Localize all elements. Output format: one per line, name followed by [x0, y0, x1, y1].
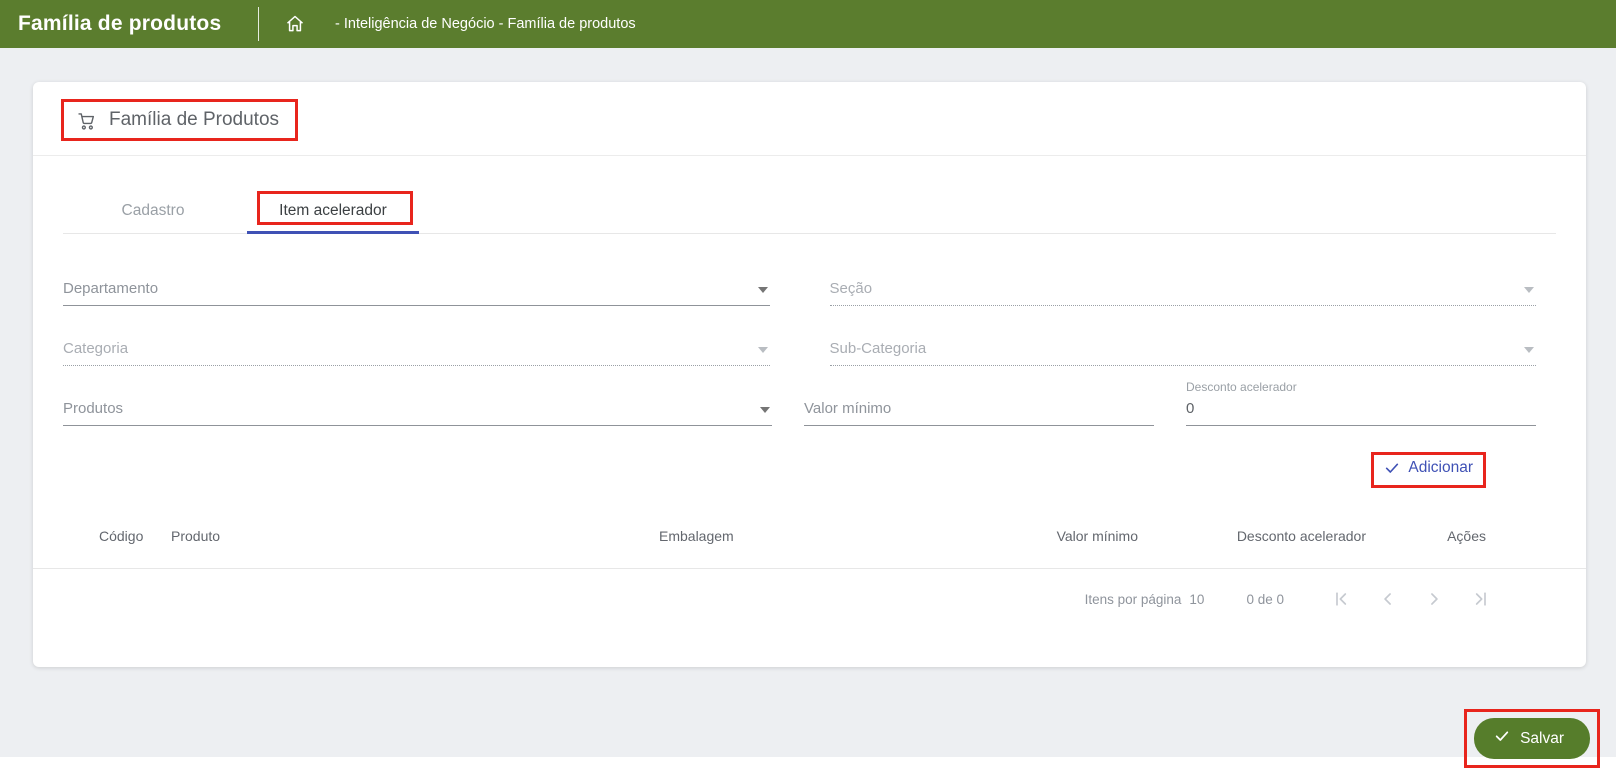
column-acoes: Ações — [1366, 528, 1486, 544]
desconto-acelerador-label: Desconto acelerador — [1186, 380, 1297, 394]
secao-input — [830, 280, 1537, 297]
sub-categoria-input — [830, 340, 1537, 357]
field-underline — [63, 365, 770, 366]
bottom-strip — [0, 757, 1616, 781]
item-acelerador-form: Desconto acelerador Adicionar — [33, 234, 1586, 488]
field-underline — [830, 305, 1537, 306]
add-row: Adicionar — [63, 440, 1536, 488]
secao-select — [830, 260, 1537, 306]
paginator-range: 0 de 0 — [1246, 592, 1284, 607]
first-page-icon[interactable] — [1332, 589, 1352, 609]
column-produto: Produto — [171, 528, 659, 544]
field-underline — [830, 365, 1537, 366]
shopping-cart-icon — [76, 110, 97, 131]
items-per-page-select[interactable]: 10 — [1189, 592, 1204, 607]
previous-page-icon[interactable] — [1378, 589, 1398, 609]
home-icon[interactable] — [285, 14, 305, 34]
field-underline — [804, 425, 1154, 426]
card-title-annotation: Família de Produtos — [61, 99, 298, 141]
chevron-down-icon — [758, 287, 768, 293]
card-title: Família de Produtos — [109, 109, 279, 131]
desconto-acelerador-input[interactable] — [1186, 400, 1536, 417]
salvar-button[interactable]: Salvar — [1474, 718, 1590, 759]
column-desconto-acelerador: Desconto acelerador — [1138, 528, 1366, 544]
field-underline — [63, 425, 772, 426]
items-table: Código Produto Embalagem Valor mínimo De… — [33, 514, 1586, 609]
departamento-input[interactable] — [63, 280, 770, 297]
chevron-down-icon — [758, 347, 768, 353]
check-icon — [1494, 728, 1510, 749]
paginator-nav — [1332, 589, 1490, 609]
valor-minimo-field[interactable] — [804, 380, 1154, 426]
paginator: Itens por página 10 0 de 0 — [33, 569, 1586, 609]
salvar-label: Salvar — [1520, 730, 1564, 748]
column-codigo: Código — [99, 528, 171, 544]
tab-item-acelerador-label: Item acelerador — [279, 202, 387, 219]
app-header: Família de produtos - Inteligência de Ne… — [0, 0, 1616, 48]
produtos-input[interactable] — [63, 400, 772, 417]
desconto-acelerador-field[interactable]: Desconto acelerador — [1186, 380, 1536, 426]
save-area: Salvar — [0, 667, 1616, 768]
tab-item-acelerador[interactable]: Item acelerador — [243, 188, 423, 233]
field-underline — [63, 305, 770, 306]
add-button-annotation: Adicionar — [1371, 452, 1486, 488]
check-icon — [1384, 460, 1400, 476]
chevron-down-icon — [760, 407, 770, 413]
column-embalagem: Embalagem — [659, 528, 1008, 544]
adicionar-label: Adicionar — [1408, 459, 1473, 477]
next-page-icon[interactable] — [1424, 589, 1444, 609]
last-page-icon[interactable] — [1470, 589, 1490, 609]
chevron-down-icon — [1524, 287, 1534, 293]
items-per-page-label: Itens por página — [1085, 592, 1182, 607]
produtos-select[interactable] — [63, 380, 772, 426]
table-header-row: Código Produto Embalagem Valor mínimo De… — [33, 514, 1586, 558]
tab-bar: Cadastro Item acelerador — [63, 188, 1556, 234]
familia-produtos-card: Família de Produtos Cadastro Item aceler… — [33, 82, 1586, 667]
save-button-annotation: Salvar — [1464, 709, 1600, 768]
column-valor-minimo: Valor mínimo — [1008, 528, 1138, 544]
breadcrumb: - Inteligência de Negócio - Família de p… — [335, 16, 636, 32]
categoria-select — [63, 320, 770, 366]
app-title: Família de produtos — [0, 12, 258, 36]
tabs-container: Cadastro Item acelerador — [33, 156, 1586, 234]
categoria-input — [63, 340, 770, 357]
tab-cadastro[interactable]: Cadastro — [63, 188, 243, 233]
valor-minimo-input[interactable] — [804, 400, 1154, 417]
card-header: Família de Produtos — [33, 82, 1586, 156]
active-tab-indicator — [247, 231, 419, 234]
sub-categoria-select — [830, 320, 1537, 366]
field-underline — [1186, 425, 1536, 426]
chevron-down-icon — [1524, 347, 1534, 353]
header-divider — [258, 7, 259, 41]
adicionar-button[interactable]: Adicionar — [1384, 459, 1473, 477]
page: Família de produtos - Inteligência de Ne… — [0, 0, 1616, 757]
tab-cadastro-label: Cadastro — [122, 202, 185, 219]
departamento-select[interactable] — [63, 260, 770, 306]
